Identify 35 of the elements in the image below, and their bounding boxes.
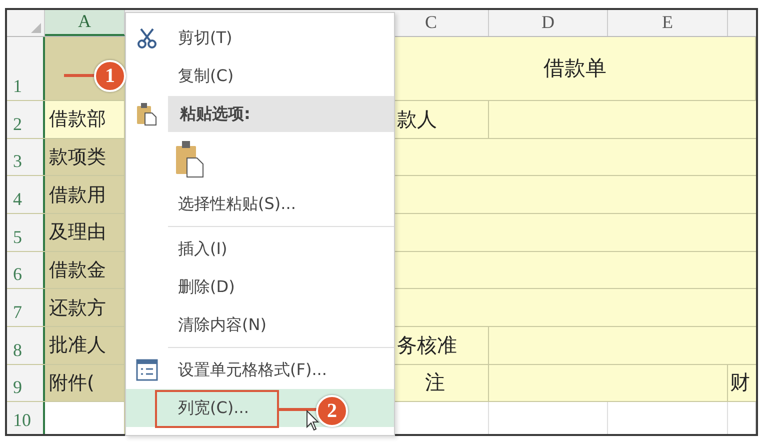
row-header[interactable]: 4: [7, 176, 45, 214]
paste-icon: [136, 102, 158, 126]
table-cell: 款项类: [45, 138, 125, 176]
menu-item[interactable]: 插入(I): [126, 230, 394, 268]
paste-icon: [174, 140, 206, 178]
column-header[interactable]: E: [608, 10, 728, 36]
row-header[interactable]: 3: [7, 138, 45, 176]
table-cell: 借款部: [45, 101, 125, 138]
row-header[interactable]: 9: [7, 364, 45, 402]
row-header[interactable]: 6: [7, 252, 45, 288]
table-cell: 借款用: [45, 176, 125, 214]
column-header[interactable]: D: [489, 10, 608, 36]
menu-section-header: 粘贴选项:: [168, 96, 394, 132]
table-cell: 附件(: [45, 364, 125, 402]
leader-line: [279, 408, 319, 411]
row-header[interactable]: 5: [7, 214, 45, 251]
row-header[interactable]: 10: [7, 402, 45, 434]
menu-item[interactable]: 复制(C): [126, 57, 394, 95]
row-header[interactable]: 2: [7, 101, 45, 138]
table-cell: 借款金: [45, 252, 125, 288]
mouse-cursor-icon: [306, 410, 320, 432]
format-cells-icon: [136, 359, 158, 381]
corner-triangle-icon: [31, 22, 41, 33]
table-cell: 还款方: [45, 289, 125, 326]
menu-item[interactable]: 删除(D): [126, 268, 394, 306]
table-cell: 及理由: [45, 214, 125, 251]
row-header[interactable]: 7: [7, 289, 45, 326]
column-header[interactable]: A: [45, 10, 125, 36]
row-header[interactable]: 1: [7, 36, 45, 100]
paste-option-button[interactable]: [174, 140, 206, 178]
table-cell: 批准人: [45, 326, 125, 364]
menu-item[interactable]: 选择性粘贴(S)...: [126, 185, 394, 223]
scissors-icon: [136, 27, 158, 49]
table-cell: 财: [728, 364, 756, 402]
row-header[interactable]: 8: [7, 326, 45, 364]
